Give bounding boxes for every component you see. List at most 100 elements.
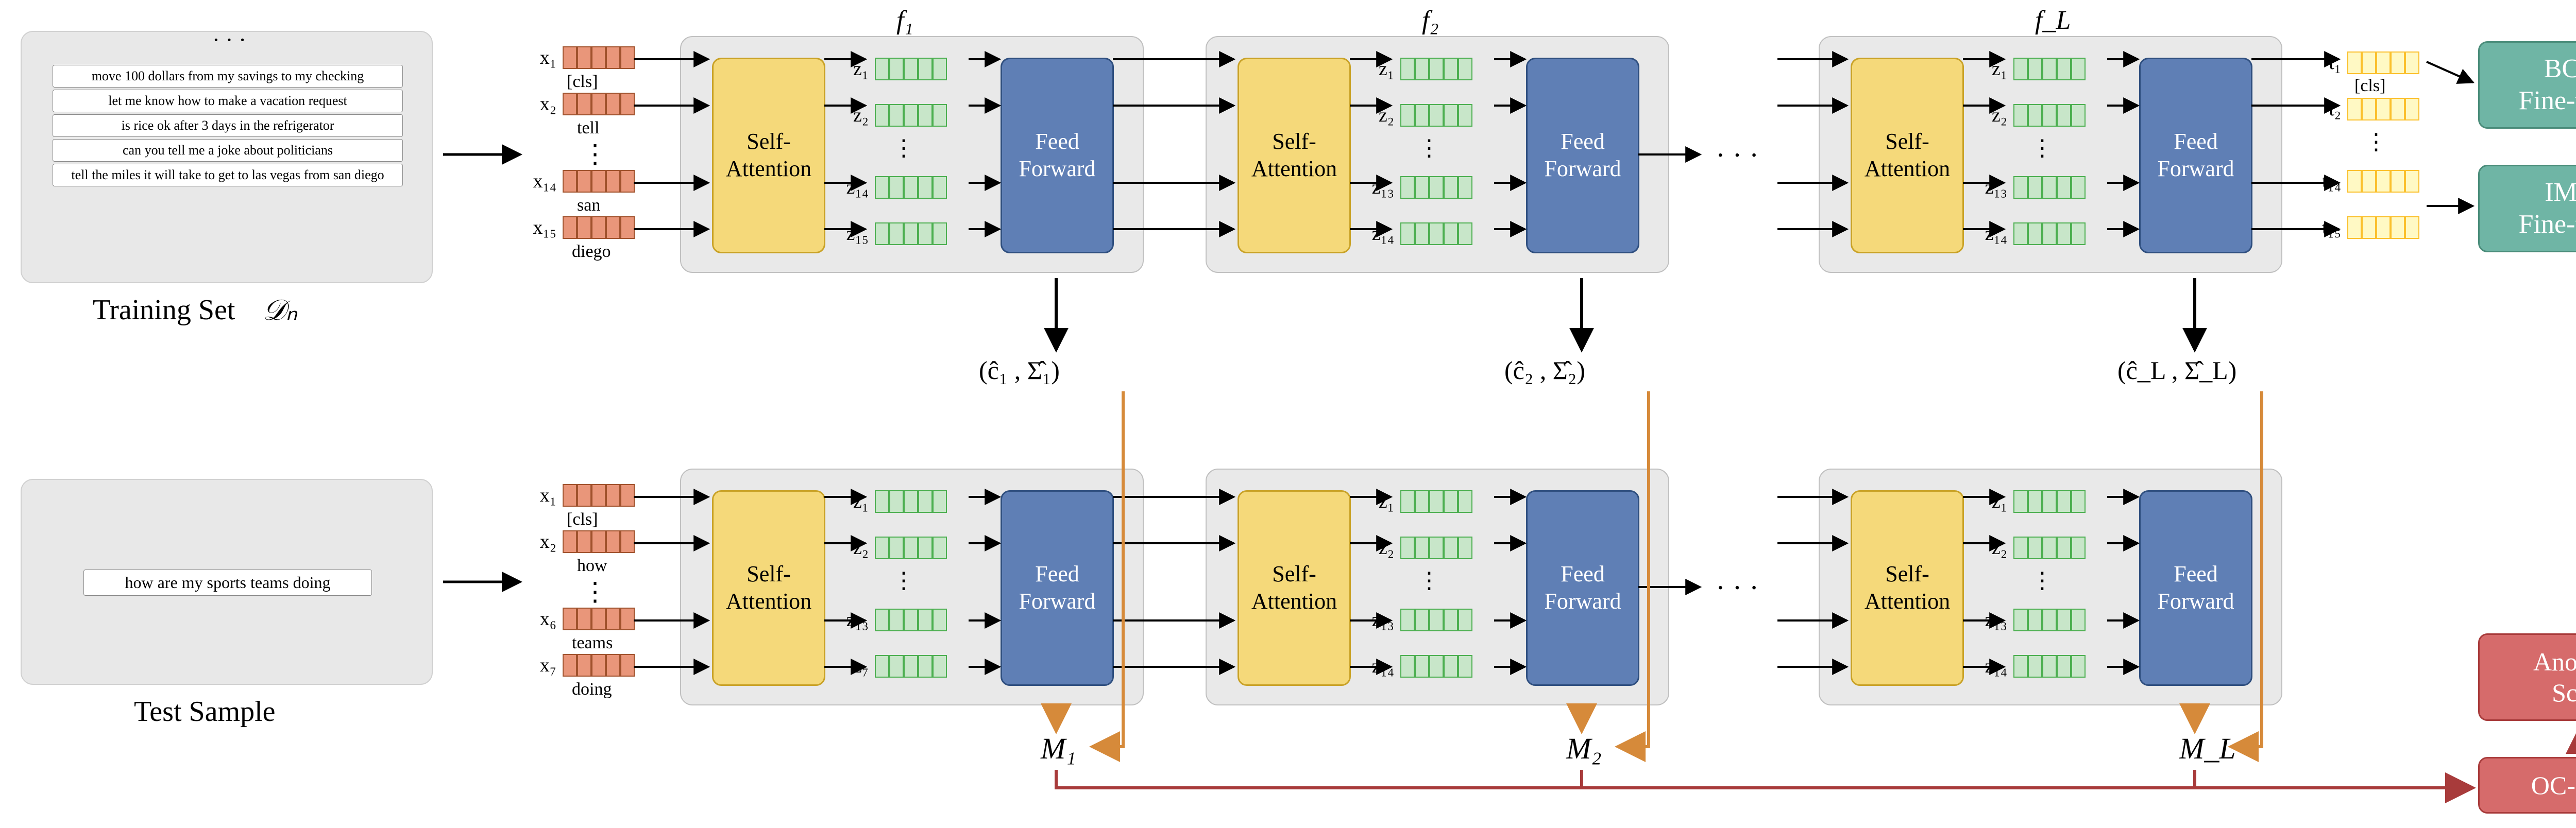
z-label: z₁ (1985, 490, 2007, 513)
training-sentence: move 100 dollars from my savings to my c… (53, 65, 403, 88)
param-cL: (ĉ_L , Σ̂_L) (2117, 355, 2236, 385)
z-label: z₂ (1985, 537, 2007, 559)
token-embedding (563, 216, 635, 239)
layer-block-f1-test: Self- Attention Feed Forward z₁ z₂ ⋮ z₁₃… (680, 469, 1144, 705)
z-embedding (2013, 490, 2086, 513)
z-label: z₁ (846, 58, 869, 80)
token-embedding (563, 46, 635, 69)
training-sentence: let me know how to make a vacation reque… (53, 90, 403, 112)
token-x1: x₁ (526, 46, 556, 69)
layer-block-fL-test: Self- Attention Feed Forward z₁ z₂ ⋮ z₁₃… (1819, 469, 2282, 705)
token-embedding (563, 170, 635, 193)
z-embedding (875, 176, 947, 199)
z-embedding (1400, 655, 1472, 678)
t-embedding (2347, 216, 2419, 239)
M1-label: M₁ (1041, 731, 1076, 766)
test-sentence-wrap: how are my sports teams doing (83, 567, 372, 598)
token-x2: x₂ (526, 530, 556, 553)
token-word: how (577, 556, 607, 576)
layer-label-f2: f₂ (1422, 5, 1439, 36)
z-label: z₁₃ (1371, 176, 1394, 199)
self-attention-module: Self- Attention (712, 490, 825, 686)
z-embedding (875, 609, 947, 631)
z-label: z₁ (1371, 58, 1394, 80)
token-x14: x₁₄ (526, 170, 556, 193)
z-label: z₁₃ (1371, 609, 1394, 631)
z-label: z₂ (1985, 104, 2007, 127)
z-label: z₁₄ (1985, 655, 2007, 678)
test-sample-panel: how are my sports teams doing (21, 479, 433, 685)
z-label: z₁₄ (846, 176, 869, 199)
t-cls: [cls] (2354, 76, 2385, 96)
token-x15: x₁₅ (526, 216, 556, 239)
t-label: t₂ (2318, 98, 2341, 120)
z-embedding (2013, 222, 2086, 245)
feed-forward-module: Feed Forward (1526, 58, 1639, 253)
imlm-fine-tuning-box: IMLM Fine-tuning (2478, 165, 2576, 252)
z-label: z₁₅ (846, 222, 869, 245)
z-vdots: ⋮ (892, 135, 915, 161)
training-sentence: can you tell me a joke about politicians (53, 139, 403, 162)
z-label: z₇ (846, 655, 869, 678)
token-embedding (563, 530, 635, 553)
self-attention-module: Self- Attention (1238, 490, 1351, 686)
z-label: z₁₄ (1371, 655, 1394, 678)
z-label: z₁₄ (1985, 222, 2007, 245)
token-word: teams (572, 633, 613, 653)
t-label: t₁ (2318, 51, 2341, 74)
z-vdots: ⋮ (1418, 135, 1440, 161)
z-embedding (2013, 609, 2086, 631)
z-embedding (875, 537, 947, 559)
t-label: t₁₄ (2318, 170, 2341, 193)
token-embedding (563, 93, 635, 115)
feed-forward-module: Feed Forward (1001, 490, 1114, 686)
z-label: z₂ (846, 537, 869, 559)
z-embedding (875, 490, 947, 513)
z-embedding (875, 222, 947, 245)
t-vdots: ⋮ (2365, 129, 2387, 155)
z-embedding (2013, 655, 2086, 678)
training-set-symbol: 𝒟ₙ (263, 294, 297, 327)
z-embedding (1400, 104, 1472, 127)
token-word: [cls] (567, 72, 598, 92)
token-word: [cls] (567, 510, 598, 529)
z-label: z₁ (846, 490, 869, 513)
test-sentence: how are my sports teams doing (83, 570, 372, 596)
token-word: tell (577, 118, 599, 138)
t-embedding (2347, 51, 2419, 74)
layer-label-fL: f_L (2035, 5, 2071, 36)
z-embedding (1400, 222, 1472, 245)
layer-block-f1-train: Self- Attention Feed Forward z₁ z₂ ⋮ z₁₄… (680, 36, 1144, 273)
training-ellipsis: · · · (212, 27, 246, 53)
z-embedding (2013, 104, 2086, 127)
z-label: z₁₃ (1985, 176, 2007, 199)
bcad-fine-tuning-box: BCAD Fine-tuning (2478, 41, 2576, 129)
z-label: z₁₄ (1371, 222, 1394, 245)
t-embedding (2347, 98, 2419, 120)
z-embedding (875, 58, 947, 80)
layer-block-fL-train: Self- Attention Feed Forward z₁ z₂ ⋮ z₁₃… (1819, 36, 2282, 273)
feed-forward-module: Feed Forward (2139, 58, 2252, 253)
self-attention-module: Self- Attention (1851, 58, 1964, 253)
param-c1: (ĉ₁ , Σ̂₁) (979, 355, 1060, 385)
z-label: z₁₃ (1985, 609, 2007, 631)
t-embedding (2347, 170, 2419, 193)
feed-forward-module: Feed Forward (1526, 490, 1639, 686)
z-embedding (2013, 58, 2086, 80)
training-set-panel: · · · move 100 dollars from my savings t… (21, 31, 433, 283)
feed-forward-module: Feed Forward (2139, 490, 2252, 686)
token-x6: x₆ (526, 608, 556, 630)
token-word: doing (572, 680, 612, 699)
token-vdots: ⋮ (582, 577, 608, 607)
layer-hdots: · · · (1716, 139, 1759, 172)
param-c2: (ĉ₂ , Σ̂₂) (1504, 355, 1585, 385)
z-embedding (1400, 609, 1472, 631)
z-embedding (1400, 58, 1472, 80)
z-vdots: ⋮ (2031, 135, 2054, 161)
token-x7: x₇ (526, 654, 556, 677)
feed-forward-module: Feed Forward (1001, 58, 1114, 253)
token-x2: x₂ (526, 93, 556, 115)
training-set-title: Training Set (93, 294, 235, 326)
self-attention-module: Self- Attention (712, 58, 825, 253)
z-label: z₁₃ (846, 609, 869, 631)
